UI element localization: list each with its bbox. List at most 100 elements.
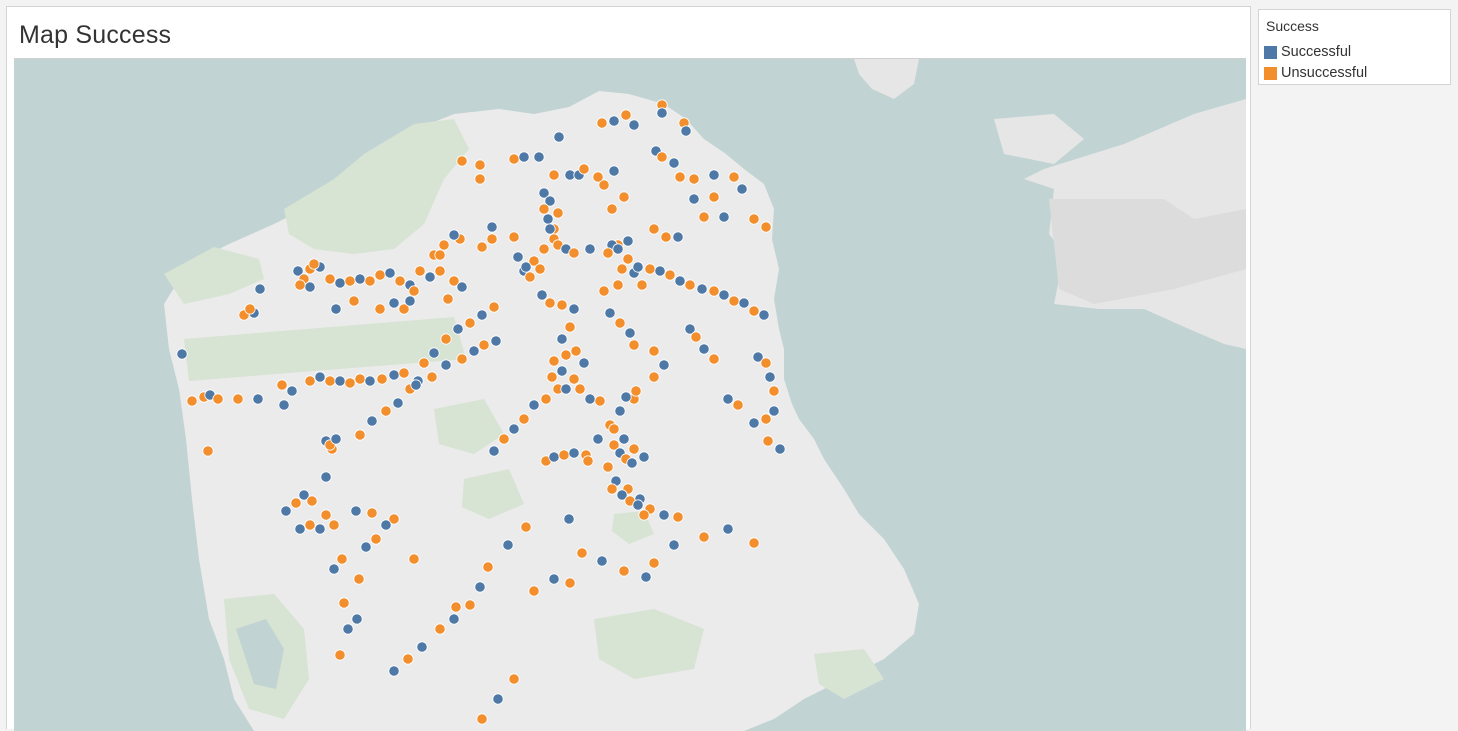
map-mark-successful[interactable] — [468, 345, 480, 357]
map-mark-successful[interactable] — [696, 283, 708, 295]
map-mark-successful[interactable] — [584, 393, 596, 405]
map-mark-unsuccessful[interactable] — [434, 265, 446, 277]
map-mark-unsuccessful[interactable] — [708, 285, 720, 297]
map-mark-successful[interactable] — [424, 271, 436, 283]
map-mark-unsuccessful[interactable] — [186, 395, 198, 407]
map-mark-successful[interactable] — [528, 399, 540, 411]
map-mark-successful[interactable] — [304, 281, 316, 293]
map-mark-successful[interactable] — [680, 125, 692, 137]
map-mark-unsuccessful[interactable] — [596, 117, 608, 129]
map-mark-successful[interactable] — [618, 433, 630, 445]
map-mark-unsuccessful[interactable] — [688, 173, 700, 185]
map-mark-unsuccessful[interactable] — [760, 221, 772, 233]
map-mark-unsuccessful[interactable] — [656, 151, 668, 163]
map-mark-unsuccessful[interactable] — [636, 279, 648, 291]
map-mark-unsuccessful[interactable] — [508, 673, 520, 685]
map-mark-unsuccessful[interactable] — [374, 303, 386, 315]
map-mark-successful[interactable] — [252, 393, 264, 405]
map-mark-unsuccessful[interactable] — [762, 435, 774, 447]
map-mark-unsuccessful[interactable] — [708, 353, 720, 365]
map-mark-unsuccessful[interactable] — [290, 497, 302, 509]
map-mark-unsuccessful[interactable] — [408, 285, 420, 297]
map-mark-successful[interactable] — [320, 471, 332, 483]
map-mark-unsuccessful[interactable] — [558, 449, 570, 461]
map-mark-successful[interactable] — [294, 523, 306, 535]
map-mark-unsuccessful[interactable] — [414, 265, 426, 277]
map-mark-unsuccessful[interactable] — [456, 155, 468, 167]
map-mark-successful[interactable] — [578, 357, 590, 369]
map-mark-unsuccessful[interactable] — [456, 353, 468, 365]
map-mark-successful[interactable] — [748, 417, 760, 429]
map-mark-unsuccessful[interactable] — [690, 331, 702, 343]
map-mark-successful[interactable] — [614, 405, 626, 417]
map-mark-successful[interactable] — [632, 261, 644, 273]
map-mark-successful[interactable] — [380, 519, 392, 531]
map-mark-unsuccessful[interactable] — [538, 243, 550, 255]
map-mark-unsuccessful[interactable] — [616, 263, 628, 275]
map-mark-unsuccessful[interactable] — [544, 297, 556, 309]
map-mark-unsuccessful[interactable] — [508, 231, 520, 243]
map-mark-successful[interactable] — [708, 169, 720, 181]
map-mark-successful[interactable] — [518, 151, 530, 163]
map-mark-successful[interactable] — [404, 295, 416, 307]
map-mark-successful[interactable] — [520, 261, 532, 273]
map-mark-successful[interactable] — [674, 275, 686, 287]
map-mark-unsuccessful[interactable] — [622, 253, 634, 265]
map-mark-successful[interactable] — [364, 375, 376, 387]
map-mark-unsuccessful[interactable] — [568, 247, 580, 259]
map-mark-successful[interactable] — [758, 309, 770, 321]
map-mark-successful[interactable] — [490, 335, 502, 347]
map-mark-unsuccessful[interactable] — [354, 373, 366, 385]
map-mark-successful[interactable] — [718, 211, 730, 223]
map-mark-successful[interactable] — [330, 303, 342, 315]
map-view[interactable] — [14, 58, 1246, 731]
map-mark-unsuccessful[interactable] — [648, 557, 660, 569]
map-mark-unsuccessful[interactable] — [488, 301, 500, 313]
map-mark-unsuccessful[interactable] — [614, 317, 626, 329]
map-mark-unsuccessful[interactable] — [442, 293, 454, 305]
map-mark-successful[interactable] — [718, 289, 730, 301]
map-mark-successful[interactable] — [604, 307, 616, 319]
map-mark-successful[interactable] — [440, 359, 452, 371]
map-mark-successful[interactable] — [502, 539, 514, 551]
map-mark-successful[interactable] — [474, 581, 486, 593]
map-mark-unsuccessful[interactable] — [618, 565, 630, 577]
map-mark-successful[interactable] — [556, 365, 568, 377]
map-mark-successful[interactable] — [486, 221, 498, 233]
map-mark-unsuccessful[interactable] — [244, 303, 256, 315]
map-mark-unsuccessful[interactable] — [748, 305, 760, 317]
map-mark-unsuccessful[interactable] — [306, 495, 318, 507]
map-mark-unsuccessful[interactable] — [760, 357, 772, 369]
map-mark-successful[interactable] — [688, 193, 700, 205]
map-mark-unsuccessful[interactable] — [606, 203, 618, 215]
map-mark-unsuccessful[interactable] — [570, 345, 582, 357]
map-mark-unsuccessful[interactable] — [232, 393, 244, 405]
map-mark-successful[interactable] — [638, 451, 650, 463]
map-mark-successful[interactable] — [560, 383, 572, 395]
map-mark-unsuccessful[interactable] — [540, 393, 552, 405]
map-mark-unsuccessful[interactable] — [582, 455, 594, 467]
map-mark-successful[interactable] — [388, 665, 400, 677]
map-mark-unsuccessful[interactable] — [324, 273, 336, 285]
map-mark-unsuccessful[interactable] — [552, 207, 564, 219]
map-mark-successful[interactable] — [254, 283, 266, 295]
map-mark-successful[interactable] — [722, 523, 734, 535]
map-mark-successful[interactable] — [456, 281, 468, 293]
map-mark-unsuccessful[interactable] — [556, 299, 568, 311]
map-mark-successful[interactable] — [768, 405, 780, 417]
map-mark-successful[interactable] — [492, 693, 504, 705]
map-mark-unsuccessful[interactable] — [338, 597, 350, 609]
map-mark-unsuccessful[interactable] — [592, 171, 604, 183]
map-mark-unsuccessful[interactable] — [370, 533, 382, 545]
map-mark-successful[interactable] — [448, 613, 460, 625]
map-mark-successful[interactable] — [608, 165, 620, 177]
map-mark-unsuccessful[interactable] — [630, 385, 642, 397]
map-mark-unsuccessful[interactable] — [474, 173, 486, 185]
map-mark-unsuccessful[interactable] — [464, 317, 476, 329]
legend-item-successful[interactable]: Successful — [1264, 44, 1447, 62]
map-mark-unsuccessful[interactable] — [674, 171, 686, 183]
map-mark-successful[interactable] — [568, 447, 580, 459]
map-mark-unsuccessful[interactable] — [520, 521, 532, 533]
map-mark-unsuccessful[interactable] — [748, 213, 760, 225]
map-mark-unsuccessful[interactable] — [304, 375, 316, 387]
